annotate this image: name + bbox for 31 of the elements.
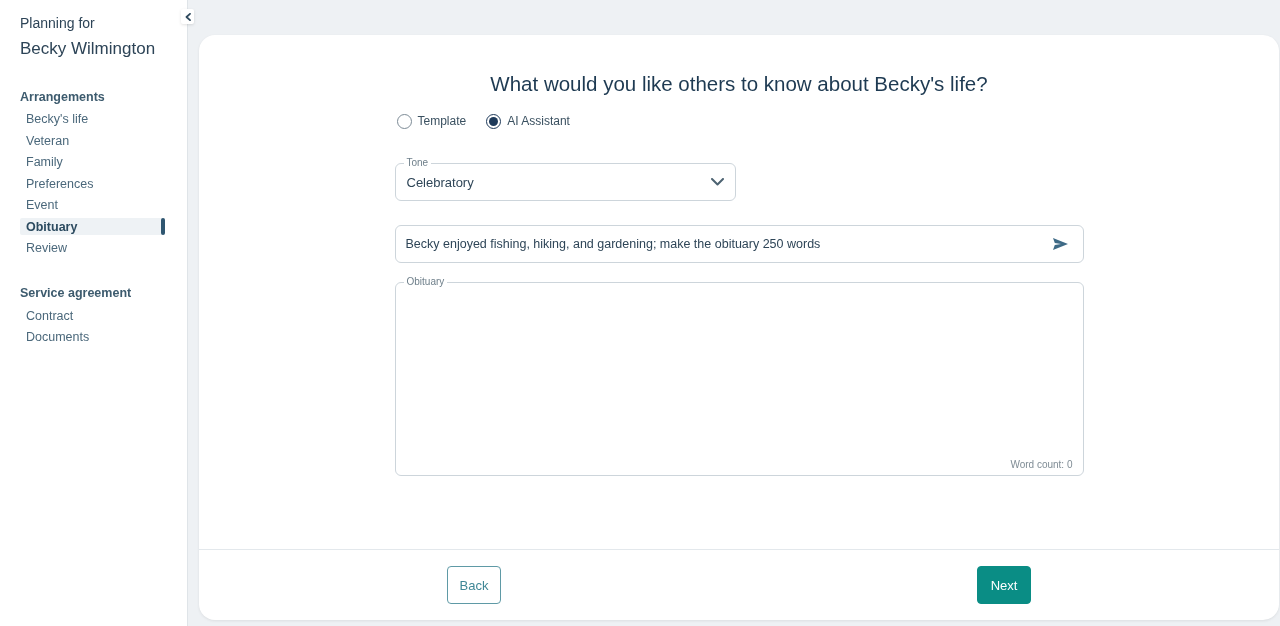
- word-count: Word count: 0: [1010, 459, 1073, 471]
- nav-item[interactable]: Family: [20, 153, 165, 171]
- nav-item[interactable]: Obituary: [20, 218, 165, 235]
- prompt-field[interactable]: Becky enjoyed fishing, hiking, and gardening; make the obituary 250 words: [394, 225, 1084, 263]
- tone-dropdown[interactable]: Tone Celebratory: [394, 157, 736, 201]
- radio-button[interactable]: [486, 113, 502, 129]
- section-title: Arrangements: [20, 88, 106, 106]
- nav-item[interactable]: Veteran: [20, 132, 165, 149]
- chevron-down-icon: [710, 178, 724, 186]
- chevron-left-icon: [184, 12, 191, 21]
- radio-button[interactable]: [396, 113, 412, 129]
- section-title: Service agreement: [20, 285, 133, 302]
- nav-item[interactable]: Event: [20, 196, 165, 214]
- planning-heading: Planning for: [20, 14, 96, 32]
- nav-item[interactable]: Documents: [20, 328, 165, 346]
- nav-item[interactable]: Contract: [20, 307, 165, 324]
- back-button[interactable]: Back: [447, 566, 501, 604]
- page-title: What would you like others to know about Becky's life?: [490, 72, 988, 96]
- radio-label[interactable]: AI Assistant: [507, 113, 570, 129]
- client-name: Becky Wilmington: [20, 38, 157, 60]
- field-label: Obituary: [405, 276, 446, 288]
- nav-item[interactable]: Preferences: [20, 175, 165, 192]
- send-icon[interactable]: [1052, 238, 1068, 250]
- obituary-field[interactable]: Obituary Word count: 0: [394, 276, 1084, 476]
- nav-item[interactable]: Review: [20, 239, 165, 257]
- selection-bar: [161, 218, 165, 235]
- collapse-button[interactable]: [181, 9, 194, 24]
- radio-label[interactable]: Template: [417, 113, 467, 129]
- nav-item[interactable]: Becky's life: [20, 110, 165, 128]
- field-label: Tone: [405, 157, 430, 169]
- next-button[interactable]: Next: [977, 566, 1031, 604]
